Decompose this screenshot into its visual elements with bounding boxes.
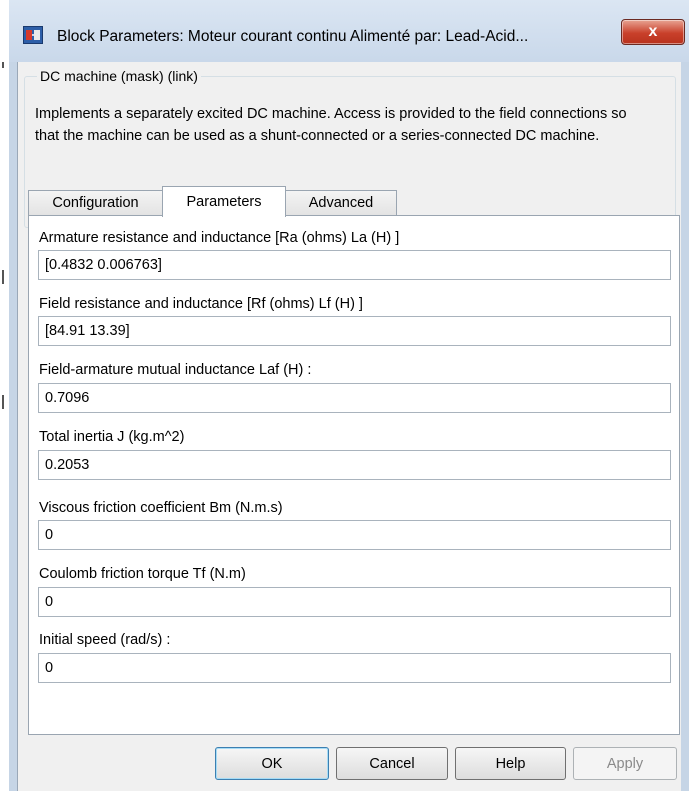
mask-description: Implements a separately excited DC machi… [35, 106, 627, 144]
simulink-block-icon [23, 26, 43, 44]
armature-resistance-input[interactable] [38, 250, 671, 280]
field-resistance-label: Field resistance and inductance [Rf (ohm… [39, 296, 363, 312]
ok-button[interactable]: OK [215, 747, 329, 780]
parameters-panel: Armature resistance and inductance [Ra (… [28, 215, 680, 735]
mask-group-title: DC machine (mask) (link) [37, 68, 201, 84]
tab-strip: Configuration Parameters Advanced [28, 186, 678, 217]
cancel-button[interactable]: Cancel [336, 747, 448, 780]
tab-advanced[interactable]: Advanced [285, 190, 397, 215]
tab-parameters[interactable]: Parameters [162, 186, 286, 217]
initial-speed-input[interactable] [38, 653, 671, 683]
initial-speed-label: Initial speed (rad/s) : [39, 632, 171, 648]
close-button[interactable]: x [621, 19, 685, 45]
tab-configuration[interactable]: Configuration [28, 190, 163, 215]
total-inertia-label: Total inertia J (kg.m^2) [39, 429, 185, 445]
background-window-edge [0, 0, 9, 791]
total-inertia-input[interactable] [38, 450, 671, 480]
ok-button-label: OK [261, 755, 283, 772]
armature-resistance-label: Armature resistance and inductance [Ra (… [39, 230, 400, 246]
apply-button-label: Apply [606, 755, 644, 772]
window-title: Block Parameters: Moteur courant continu… [57, 28, 529, 45]
viscous-friction-label: Viscous friction coefficient Bm (N.m.s) [39, 500, 283, 516]
tab-label: Configuration [52, 195, 139, 211]
close-icon: x [648, 23, 658, 40]
mutual-inductance-label: Field-armature mutual inductance Laf (H)… [39, 362, 312, 378]
help-button[interactable]: Help [455, 747, 566, 780]
viscous-friction-input[interactable] [38, 520, 671, 550]
tab-label: Advanced [308, 195, 374, 211]
apply-button[interactable]: Apply [573, 747, 677, 780]
mutual-inductance-input[interactable] [38, 383, 671, 413]
cancel-button-label: Cancel [369, 755, 415, 772]
field-resistance-input[interactable] [38, 316, 671, 346]
title-bar[interactable]: Block Parameters: Moteur courant continu… [9, 0, 689, 62]
coulomb-friction-label: Coulomb friction torque Tf (N.m) [39, 566, 246, 582]
help-button-label: Help [495, 755, 526, 772]
dialog-window: Block Parameters: Moteur courant continu… [0, 0, 689, 791]
tab-label: Parameters [186, 194, 262, 210]
coulomb-friction-input[interactable] [38, 587, 671, 617]
dialog-client-area: DC machine (mask) (link) Implements a se… [17, 62, 681, 791]
